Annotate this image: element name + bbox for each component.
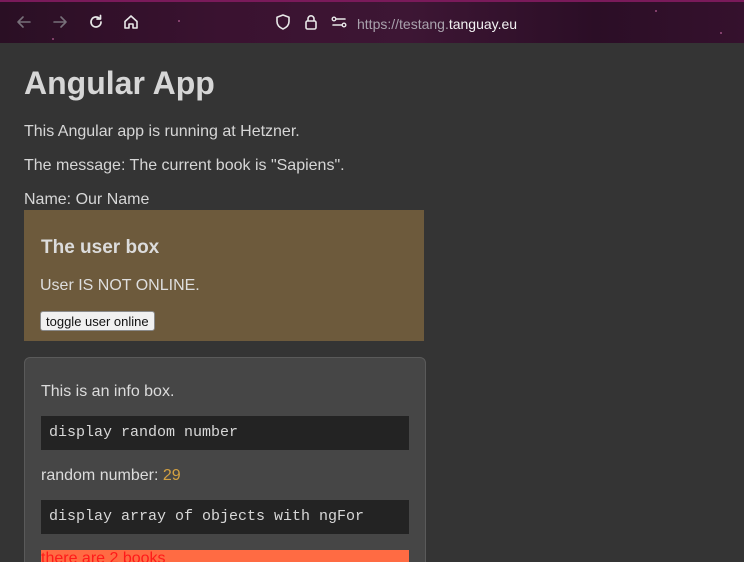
user-box: The user box User IS NOT ONLINE. toggle … (24, 210, 424, 341)
reload-icon (90, 14, 102, 28)
name-text: Name: Our Name (24, 191, 150, 208)
background-sparkle (52, 38, 54, 40)
back-button[interactable] (14, 12, 34, 32)
user-box-heading: The user box (41, 237, 160, 258)
permissions-icon (331, 16, 347, 28)
random-number-label: random number: (41, 467, 163, 484)
intro-text: This Angular app is running at Hetzner. (24, 123, 300, 140)
url-prefix: https://testang. (357, 16, 449, 32)
url-host: tanguay.eu (448, 16, 518, 32)
background-sparkle (178, 20, 180, 22)
arrow-right-icon (53, 16, 67, 28)
message-text: The message: The current book is "Sapien… (24, 157, 345, 174)
code-block-random: display random number (41, 416, 409, 450)
user-status-text: User IS NOT ONLINE. (40, 277, 200, 294)
random-number-line: random number: 29 (41, 467, 181, 485)
info-box: This is an info box. display random numb… (24, 357, 426, 562)
random-number-value: 29 (162, 467, 181, 484)
site-permissions-button[interactable] (329, 12, 349, 32)
home-button[interactable] (121, 12, 141, 32)
page-content: Angular App This Angular app is running … (0, 43, 744, 562)
shield-icon (276, 14, 290, 30)
info-box-intro: This is an info box. (41, 383, 175, 400)
arrow-left-icon (17, 16, 31, 28)
address-bar[interactable]: https://testang.tanguay.eu (357, 16, 517, 32)
lock-icon (305, 15, 317, 30)
tracking-protection-button[interactable] (273, 12, 293, 32)
toggle-user-online-button[interactable]: toggle user online (40, 311, 155, 331)
background-sparkle (720, 32, 722, 34)
site-security-button[interactable] (301, 12, 321, 32)
code-block-array: display array of objects with ngFor (41, 500, 409, 534)
background-sparkle (655, 10, 657, 12)
reload-button[interactable] (86, 12, 106, 32)
home-icon (124, 15, 138, 29)
forward-button[interactable] (50, 12, 70, 32)
browser-toolbar: https://testang.tanguay.eu (0, 0, 744, 43)
page-title: Angular App (24, 65, 215, 101)
books-count-bar: there are 2 books (41, 550, 409, 562)
